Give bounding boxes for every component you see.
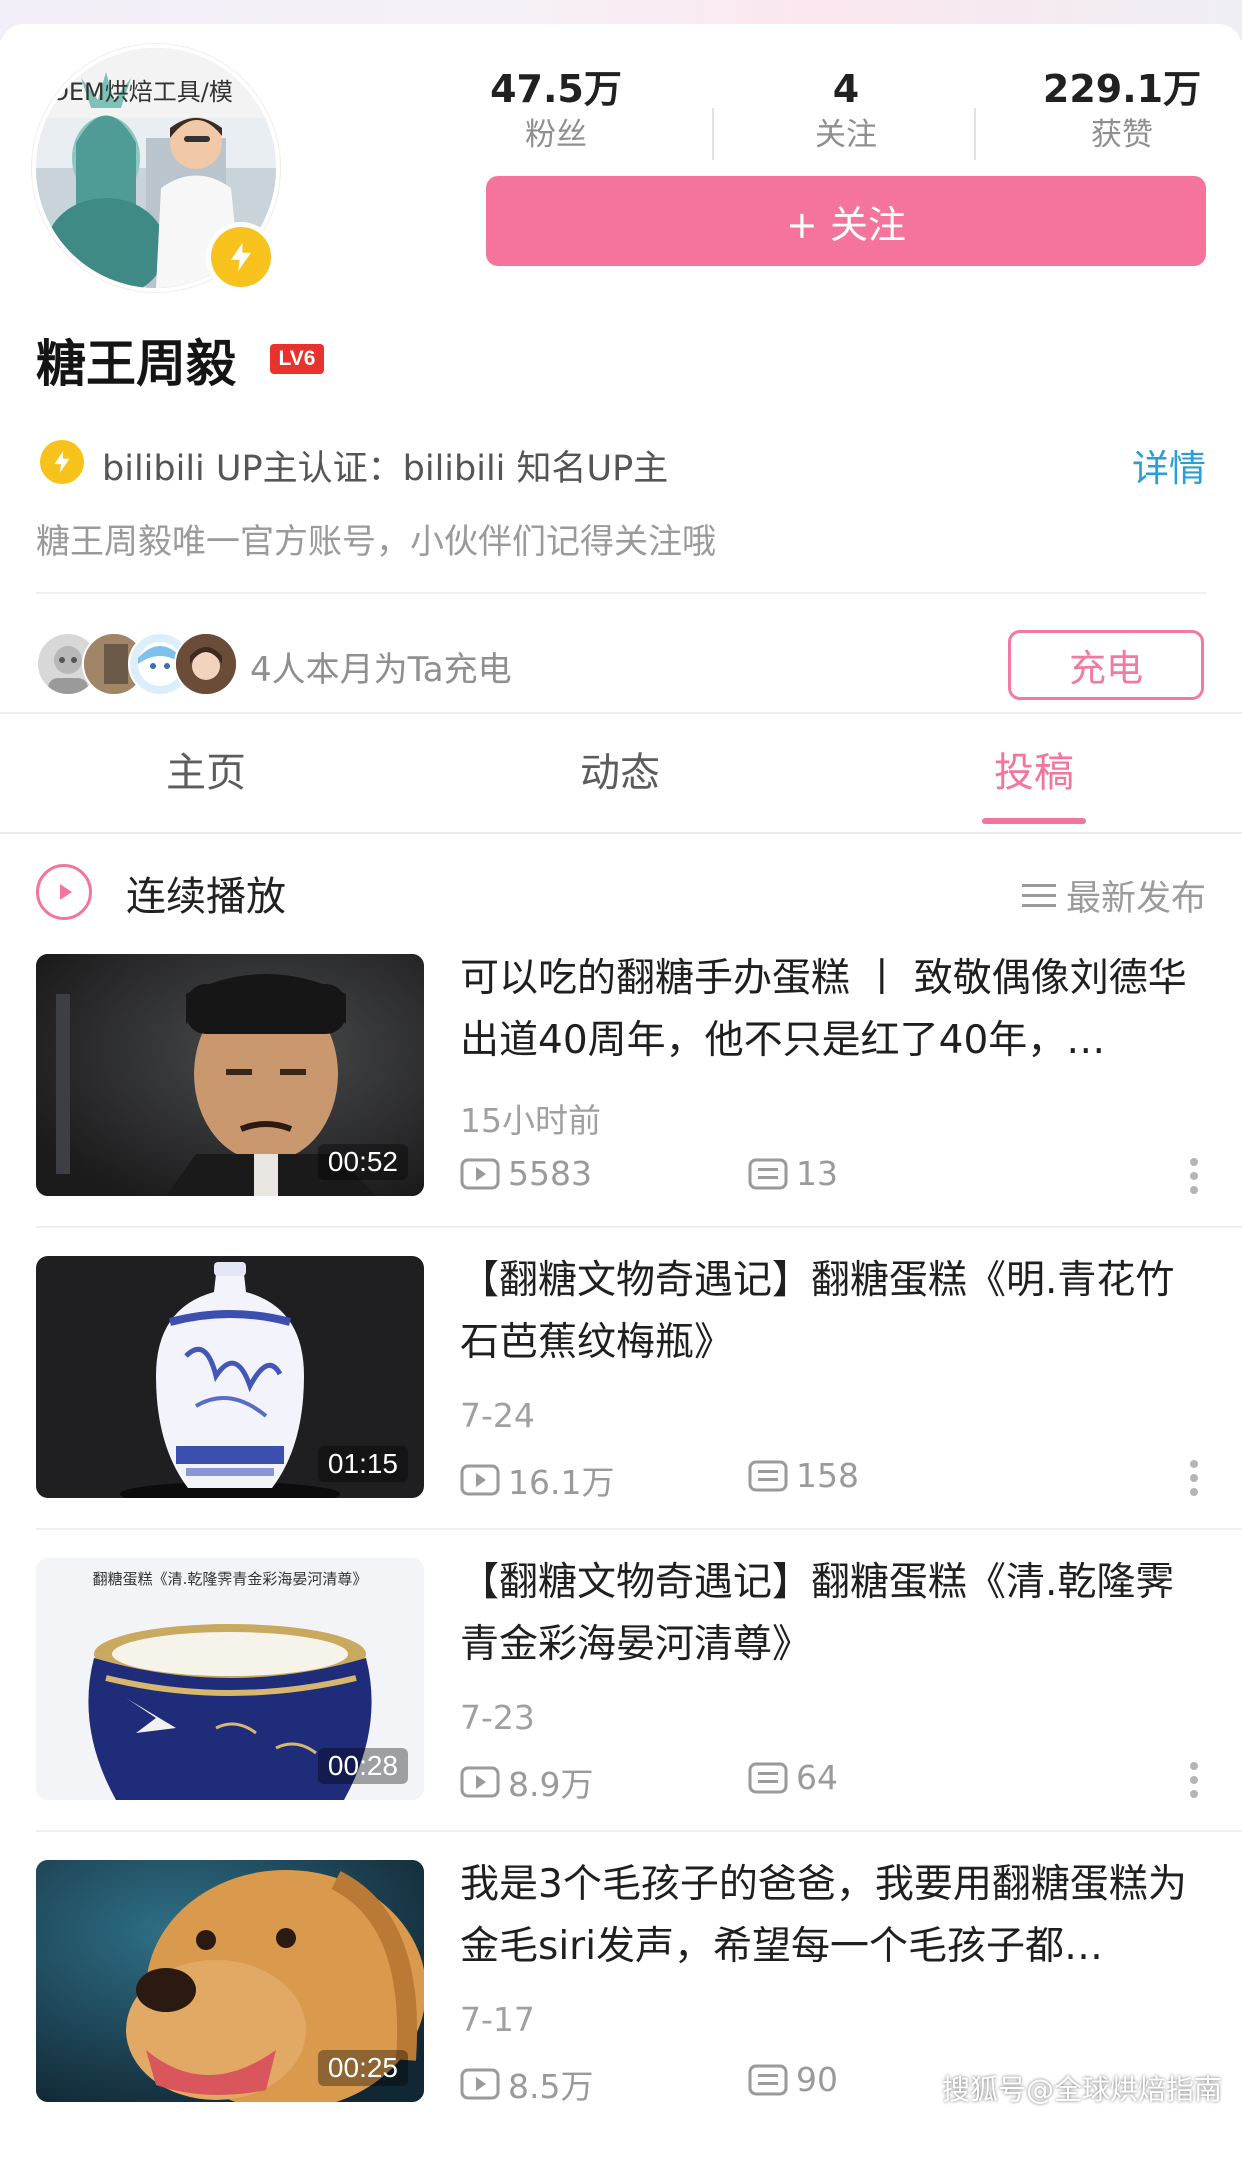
comment-count: 13	[748, 1154, 838, 1193]
view-count-value: 16.1万	[508, 1463, 615, 1502]
more-options-icon[interactable]	[1188, 1456, 1200, 1500]
likes-label: 获赞	[1091, 117, 1153, 153]
follow-button[interactable]: + 关注	[486, 176, 1206, 266]
video-item[interactable]: 00:25 我是3个毛孩子的爸爸，我要用翻糖蛋糕为金毛siri发声，希望每一个毛…	[0, 1860, 1242, 2160]
charge-button[interactable]: 充电	[1008, 630, 1204, 700]
view-count-value: 8.5万	[508, 2067, 594, 2106]
certification-row: bilibili UP主认证：bilibili 知名UP主 详情	[36, 438, 1206, 490]
play-count-icon	[460, 1158, 500, 1189]
comment-count-value: 13	[796, 1154, 838, 1193]
comment-count: 158	[748, 1456, 859, 1495]
video-meta: 16.1万 158	[460, 1452, 1200, 1502]
comment-count-value: 158	[796, 1456, 859, 1495]
video-date: 15小时前	[460, 1101, 601, 1140]
video-date: 7-17	[460, 2000, 535, 2039]
following-count: 4	[832, 67, 860, 111]
video-date: 7-24	[460, 1396, 535, 1435]
play-count-icon	[460, 2068, 500, 2100]
comment-count: 90	[748, 2060, 838, 2099]
fans-count: 47.5万	[490, 67, 622, 111]
danmaku-icon	[748, 2064, 788, 2095]
more-options-icon[interactable]	[1188, 1154, 1200, 1198]
view-count: 5583	[460, 1154, 592, 1193]
more-options-icon[interactable]	[1188, 1758, 1200, 1802]
video-meta: 8.9万 64	[460, 1754, 1200, 1804]
stat-divider	[974, 108, 976, 160]
comment-count: 64	[748, 1758, 838, 1797]
avatar-caption: OEM烘焙工具/模	[50, 78, 233, 106]
video-item[interactable]: 翻糖蛋糕《清.乾隆霁青金彩海晏河清尊》 00:28 【翻糖文物奇遇记】翻糖蛋糕《…	[0, 1558, 1242, 1858]
video-title[interactable]: 【翻糖文物奇遇记】翻糖蛋糕《清.乾隆霁青金彩海晏河清尊》	[460, 1552, 1200, 1676]
view-count: 8.9万	[460, 1758, 593, 1806]
continuous-play-bar: 连续播放 最新发布	[0, 834, 1242, 954]
verified-badge-icon	[206, 222, 276, 292]
watermark: 搜狐号@全球烘焙指南	[941, 2073, 1222, 2106]
charge-count-text: 4人本月为Ta充电	[250, 650, 512, 690]
tab-submissions[interactable]: 投稿	[934, 740, 1134, 798]
charger-avatars[interactable]	[36, 632, 256, 696]
user-name: 糖王周毅	[36, 335, 236, 393]
video-title[interactable]: 可以吃的翻糖手办蛋糕 丨 致敬偶像刘德华出道40周年，他不只是红了40年，…	[460, 948, 1200, 1072]
lightning-icon	[40, 440, 84, 484]
divider	[36, 1528, 1242, 1530]
comment-count-value: 90	[796, 2060, 838, 2099]
divider	[36, 1830, 1242, 1832]
comment-count-value: 64	[796, 1758, 838, 1797]
danmaku-icon	[748, 1158, 788, 1189]
active-tab-indicator	[982, 818, 1086, 824]
video-duration: 00:28	[317, 1748, 408, 1784]
view-count-value: 5583	[508, 1154, 592, 1193]
likes-count: 229.1万	[1042, 67, 1202, 111]
divider	[36, 1226, 1242, 1228]
view-count: 16.1万	[460, 1456, 614, 1504]
play-count-icon	[460, 1766, 500, 1798]
video-item[interactable]: 01:15 【翻糖文物奇遇记】翻糖蛋糕《明.青花竹石芭蕉纹梅瓶》 7-24 16…	[0, 1256, 1242, 1556]
play-icon[interactable]	[36, 864, 92, 920]
video-duration: 01:15	[317, 1446, 408, 1482]
sort-selector[interactable]: 最新发布	[1021, 870, 1206, 921]
tab-dynamic[interactable]: 动态	[520, 740, 720, 798]
stat-fans[interactable]: 47.5万 粉丝	[446, 66, 666, 156]
danmaku-icon	[748, 1460, 788, 1491]
profile-tabs: 主页 动态 投稿	[0, 714, 1242, 832]
play-count-icon	[460, 1464, 500, 1496]
details-link[interactable]: 详情	[1132, 438, 1206, 492]
level-badge: LV6	[270, 344, 324, 374]
profile-card: OEM烘焙工具/模 47.5万 粉丝 4 关注 229.1万 获赞 + 关注 糖…	[0, 24, 1242, 714]
stat-likes[interactable]: 229.1万 获赞	[1012, 66, 1232, 156]
charger-avatar	[174, 632, 238, 696]
view-count-value: 8.9万	[508, 1765, 594, 1804]
video-title[interactable]: 【翻糖文物奇遇记】翻糖蛋糕《明.青花竹石芭蕉纹梅瓶》	[460, 1250, 1200, 1374]
video-thumbnail[interactable]: 01:15	[36, 1256, 424, 1498]
view-count: 8.5万	[460, 2060, 593, 2108]
sort-label: 最新发布	[1065, 879, 1206, 919]
video-thumbnail[interactable]: 00:52	[36, 954, 424, 1196]
video-title[interactable]: 我是3个毛孩子的爸爸，我要用翻糖蛋糕为金毛siri发声，希望每一个毛孩子都…	[460, 1854, 1200, 1978]
tab-home[interactable]: 主页	[106, 740, 306, 798]
video-meta: 5583 13	[460, 1150, 1200, 1200]
stat-following[interactable]: 4 关注	[736, 66, 956, 156]
video-thumbnail[interactable]: 翻糖蛋糕《清.乾隆霁青金彩海晏河清尊》 00:28	[36, 1558, 424, 1800]
fans-label: 粉丝	[525, 117, 587, 153]
video-duration: 00:52	[317, 1144, 408, 1180]
certification-text: bilibili UP主认证：bilibili 知名UP主	[102, 449, 669, 489]
danmaku-icon	[748, 1762, 788, 1793]
continuous-play-label[interactable]: 连续播放	[126, 864, 286, 922]
thumbnail-caption: 翻糖蛋糕《清.乾隆霁青金彩海晏河清尊》	[92, 1570, 368, 1588]
video-thumbnail[interactable]: 00:25	[36, 1860, 424, 2102]
video-date: 7-23	[460, 1698, 535, 1737]
bio-text: 糖王周毅唯一官方账号，小伙伴们记得关注哦	[36, 522, 716, 562]
stat-divider	[712, 108, 714, 160]
divider	[36, 592, 1206, 594]
video-duration: 00:25	[317, 2050, 408, 2086]
video-item[interactable]: 00:52 可以吃的翻糖手办蛋糕 丨 致敬偶像刘德华出道40周年，他不只是红了4…	[0, 954, 1242, 1254]
menu-lines-icon	[1021, 883, 1056, 907]
following-label: 关注	[815, 117, 877, 153]
